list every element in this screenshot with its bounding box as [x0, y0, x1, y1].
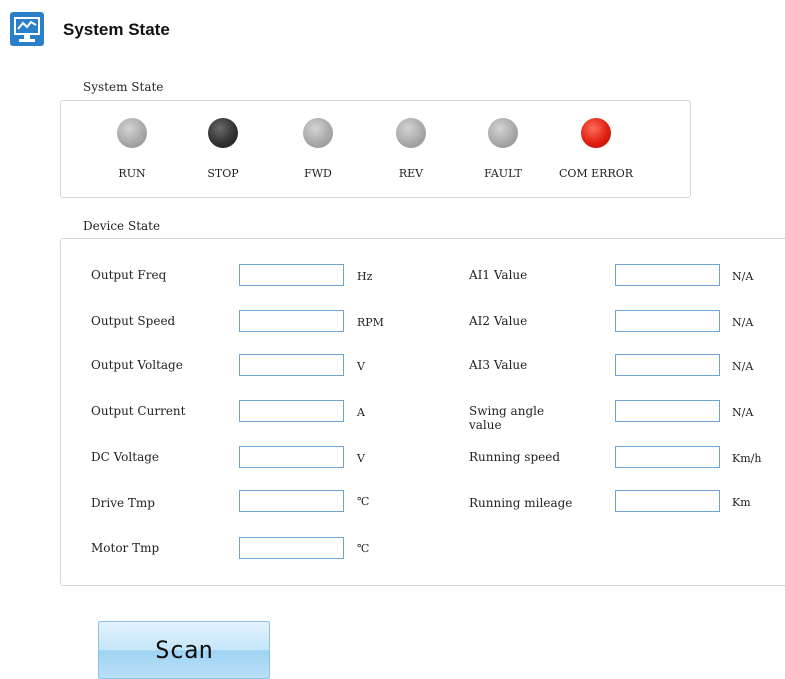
ai3-value-field[interactable] [615, 354, 720, 376]
fault-label: FAULT [484, 167, 522, 180]
output-voltage-unit: V [357, 360, 365, 373]
output-freq-unit: Hz [357, 270, 373, 283]
output-freq-label: Output Freq [91, 268, 167, 282]
output-voltage-field[interactable] [239, 354, 344, 376]
ai2-value-field[interactable] [615, 310, 720, 332]
running-mileage-field[interactable] [615, 490, 720, 512]
dc-voltage-unit: V [357, 452, 365, 465]
ai1-value-unit: N/A [732, 270, 754, 283]
system-state-panel: RUN STOP FWD REV FAULT COM ERROR [60, 100, 691, 198]
drive-tmp-unit: ℃ [357, 495, 370, 508]
running-speed-unit: Km/h [732, 452, 762, 465]
ai2-value-label: AI2 Value [469, 314, 528, 328]
motor-tmp-label: Motor Tmp [91, 541, 160, 555]
ai1-value-field[interactable] [615, 264, 720, 286]
fwd-indicator-icon [303, 118, 333, 148]
output-speed-label: Output Speed [91, 314, 176, 328]
scan-button[interactable]: Scan [98, 621, 270, 679]
output-current-label: Output Current [91, 404, 186, 418]
device-state-group-label: Device State [83, 219, 161, 233]
output-speed-unit: RPM [357, 316, 384, 329]
monitor-icon [10, 12, 44, 46]
ai2-value-unit: N/A [732, 316, 754, 329]
system-state-group-label: System State [83, 80, 164, 94]
stop-label: STOP [207, 167, 239, 180]
output-speed-field[interactable] [239, 310, 344, 332]
run-indicator-icon [117, 118, 147, 148]
ai1-value-label: AI1 Value [469, 268, 528, 282]
dc-voltage-label: DC Voltage [91, 450, 160, 464]
output-current-unit: A [357, 406, 365, 419]
running-mileage-unit: Km [732, 496, 751, 509]
rev-indicator-icon [396, 118, 426, 148]
rev-label: REV [398, 167, 424, 180]
running-mileage-label: Running mileage [469, 496, 573, 510]
swing-angle-value-unit: N/A [732, 406, 754, 419]
ai3-value-unit: N/A [732, 360, 754, 373]
drive-tmp-field[interactable] [239, 490, 344, 512]
stop-indicator-icon [208, 118, 238, 148]
running-speed-label: Running speed [469, 450, 561, 464]
motor-tmp-unit: ℃ [357, 542, 370, 555]
swing-angle-value-label: Swing angle value [469, 404, 545, 432]
running-speed-field[interactable] [615, 446, 720, 468]
com-error-label: COM ERROR [558, 167, 634, 180]
swing-angle-value-field[interactable] [615, 400, 720, 422]
output-current-field[interactable] [239, 400, 344, 422]
output-freq-field[interactable] [239, 264, 344, 286]
ai3-value-label: AI3 Value [469, 358, 528, 372]
dc-voltage-field[interactable] [239, 446, 344, 468]
fwd-label: FWD [304, 167, 332, 180]
fault-indicator-icon [488, 118, 518, 148]
motor-tmp-field[interactable] [239, 537, 344, 559]
run-label: RUN [118, 167, 146, 180]
com-error-indicator-icon [581, 118, 611, 148]
drive-tmp-label: Drive Tmp [91, 496, 155, 510]
page-title: System State [63, 20, 170, 39]
output-voltage-label: Output Voltage [91, 358, 183, 372]
